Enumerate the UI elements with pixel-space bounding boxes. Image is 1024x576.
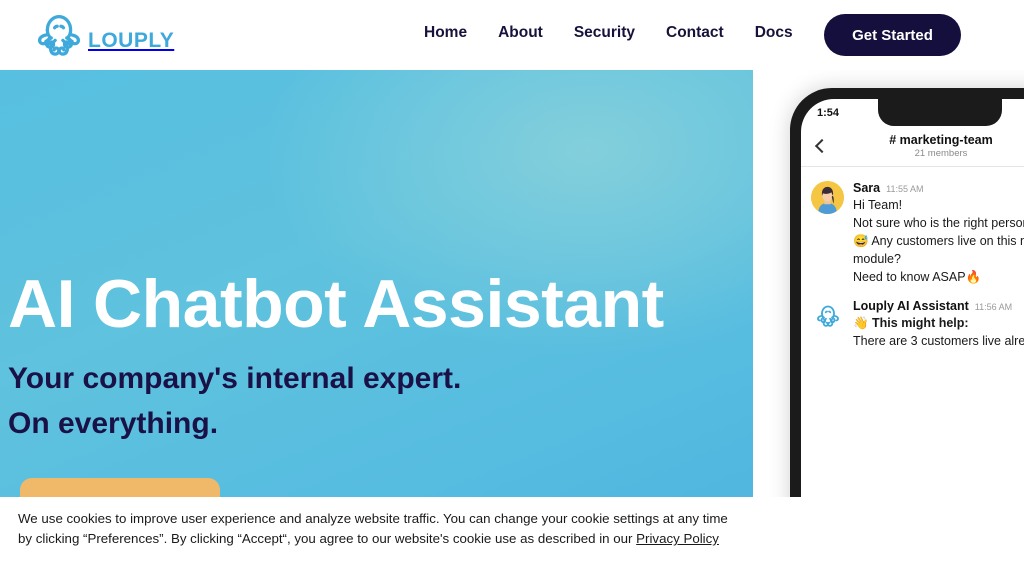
logo-text: LOUPLY <box>88 29 175 52</box>
chat-message-line: There are 3 customers live alrea <box>853 334 1024 348</box>
chat-message: Louply AI Assistant 11:56 AM 👋 This migh… <box>811 299 1024 349</box>
nav-item-docs[interactable]: Docs <box>755 24 793 42</box>
hero-subtitle-line2: On everything. <box>8 407 219 440</box>
cookie-banner-text: We use cookies to improve user experienc… <box>18 509 744 549</box>
nav-item-contact[interactable]: Contact <box>666 24 724 42</box>
chat-message-time: 11:55 AM <box>886 184 924 194</box>
chat-message-meta: Sara 11:55 AM <box>853 181 1024 195</box>
nav-item-home[interactable]: Home <box>424 24 467 42</box>
get-started-button[interactable]: Get Started <box>824 14 961 56</box>
chat-message-line: 👋 This might help: <box>853 316 969 330</box>
chat-message-body: Louply AI Assistant 11:56 AM 👋 This migh… <box>853 299 1024 349</box>
page-title: AI Chatbot Assistant <box>8 270 664 338</box>
phone-screen: 1:54 # marketing-team 21 members Sara 11… <box>801 99 1024 547</box>
phone-notch <box>878 99 1002 126</box>
cookie-consent-banner: We use cookies to improve user experienc… <box>0 497 1024 576</box>
chevron-left-icon[interactable] <box>813 138 829 154</box>
hero-subtitle-line1: Your company's internal expert. <box>8 362 462 395</box>
chat-message-author: Sara <box>853 181 881 195</box>
main-navigation: Home About Security Contact Docs <box>424 24 793 42</box>
chat-message-meta: Louply AI Assistant 11:56 AM <box>853 299 1024 313</box>
phone-mockup: 1:54 # marketing-team 21 members Sara 11… <box>790 88 1024 558</box>
cookie-banner-message: We use cookies to improve user experienc… <box>18 511 728 546</box>
user-avatar-sara <box>811 181 844 214</box>
chat-message-author: Louply AI Assistant <box>853 299 969 313</box>
site-header: LOUPLY Home About Security Contact Docs … <box>0 0 1024 70</box>
chat-message-line: Hi Team! <box>853 198 903 212</box>
logo-link[interactable]: LOUPLY <box>28 4 174 66</box>
chat-message: Sara 11:55 AM Hi Team! Not sure who is t… <box>811 181 1024 285</box>
chat-title-box: # marketing-team 21 members <box>829 133 1024 159</box>
hero-title-part1: AI <box>8 266 76 342</box>
nav-item-about[interactable]: About <box>498 24 543 42</box>
chat-message-time: 11:56 AM <box>974 302 1013 312</box>
chat-message-line: 😅 Any customers live on this ne <box>853 234 1024 248</box>
chat-message-body: Sara 11:55 AM Hi Team! Not sure who is t… <box>853 181 1024 285</box>
octopus-icon <box>28 4 90 66</box>
octopus-avatar-louply <box>811 299 844 332</box>
chat-message-list: Sara 11:55 AM Hi Team! Not sure who is t… <box>801 167 1024 547</box>
chat-message-line: Need to know ASAP🔥 <box>853 270 982 284</box>
chat-header: # marketing-team 21 members <box>801 126 1024 167</box>
chat-message-line: module? <box>853 252 901 266</box>
chat-channel-name: # marketing-team <box>889 133 993 147</box>
status-time: 1:54 <box>817 106 840 119</box>
privacy-policy-link[interactable]: Privacy Policy <box>636 531 719 546</box>
nav-item-security[interactable]: Security <box>574 24 635 42</box>
hero-subtitle: Your company's internal expert. On every… <box>8 356 461 446</box>
page-root: LOUPLY Home About Security Contact Docs … <box>0 0 1024 576</box>
chat-member-count: 21 members <box>914 148 968 159</box>
chat-message-line: Not sure who is the right person <box>853 216 1024 230</box>
hero-title-part2: Chatbot Assistant <box>93 266 664 342</box>
